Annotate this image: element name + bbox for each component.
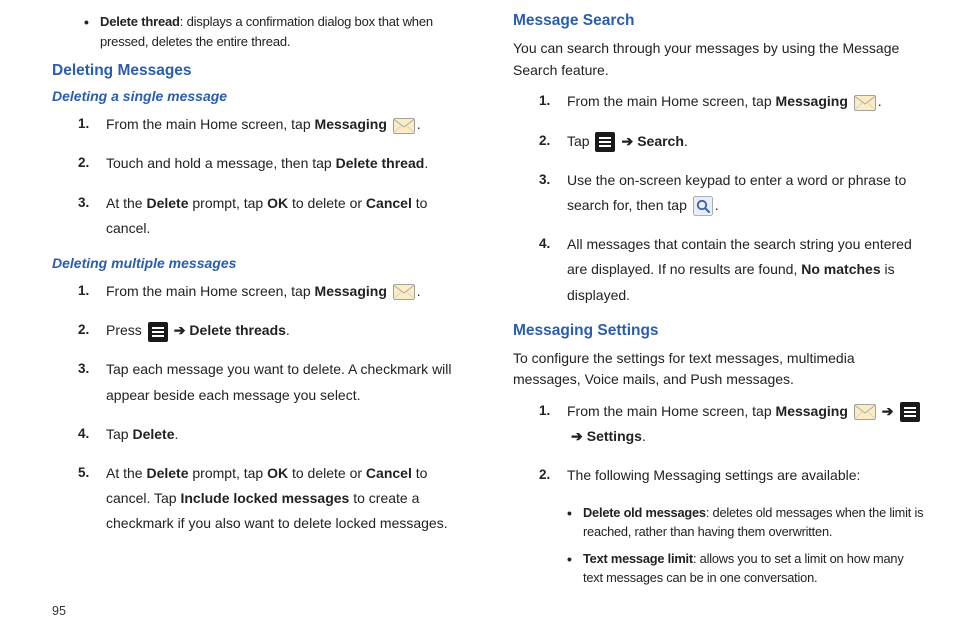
menu-icon <box>900 402 920 422</box>
step-row: 2. Touch and hold a message, then tap De… <box>52 151 465 176</box>
step-number: 3. <box>78 191 106 215</box>
step-row: 1. From the main Home screen, tap Messag… <box>513 399 926 449</box>
left-column: • Delete thread: displays a confirmation… <box>52 12 465 595</box>
bullet-dot: • <box>567 549 583 571</box>
step-row: 2. Tap ➔Search. <box>513 129 926 154</box>
bullet-delete-old: • Delete old messages: deletes old messa… <box>567 503 926 541</box>
bullet-dot: • <box>567 503 583 525</box>
heading-messaging-settings: Messaging Settings <box>513 322 926 340</box>
step-number: 4. <box>539 232 567 256</box>
step-text: Tap ➔Search. <box>567 129 926 154</box>
step-number: 3. <box>78 357 106 381</box>
step-number: 1. <box>539 89 567 113</box>
step-row: 3. Tap each message you want to delete. … <box>52 357 465 407</box>
step-number: 2. <box>539 463 567 487</box>
step-text: From the main Home screen, tap Messaging… <box>567 399 926 449</box>
step-text: Press ➔Delete threads. <box>106 318 465 343</box>
heading-deleting-messages: Deleting Messages <box>52 62 465 80</box>
step-text: The following Messaging settings are ava… <box>567 463 926 488</box>
step-text: From the main Home screen, tap Messaging… <box>106 112 465 137</box>
step-number: 3. <box>539 168 567 192</box>
step-row: 3. Use the on-screen keypad to enter a w… <box>513 168 926 218</box>
bullet-dot: • <box>84 12 100 34</box>
bullet-delete-thread: • Delete thread: displays a confirmation… <box>52 12 465 52</box>
step-row: 2. Press ➔Delete threads. <box>52 318 465 343</box>
step-row: 3. At the Delete prompt, tap OK to delet… <box>52 191 465 241</box>
right-column: Message Search You can search through yo… <box>513 12 926 595</box>
step-row: 1. From the main Home screen, tap Messag… <box>52 279 465 304</box>
step-number: 1. <box>539 399 567 423</box>
messaging-icon <box>393 284 415 300</box>
arrow-icon: ➔ <box>571 428 583 444</box>
bullet-text-limit: • Text message limit: allows you to set … <box>567 549 926 587</box>
paragraph: To configure the settings for text messa… <box>513 348 926 391</box>
step-text: Tap each message you want to delete. A c… <box>106 357 465 407</box>
messaging-icon <box>854 404 876 420</box>
step-text: From the main Home screen, tap Messaging… <box>106 279 465 304</box>
step-row: 1. From the main Home screen, tap Messag… <box>513 89 926 114</box>
step-row: 4. All messages that contain the search … <box>513 232 926 308</box>
step-number: 2. <box>539 129 567 153</box>
arrow-icon: ➔ <box>621 133 633 149</box>
step-number: 2. <box>78 318 106 342</box>
arrow-icon: ➔ <box>174 322 186 338</box>
heading-message-search: Message Search <box>513 12 926 30</box>
step-number: 5. <box>78 461 106 485</box>
subhead-deleting-multiple: Deleting multiple messages <box>52 255 465 271</box>
step-text: Use the on-screen keypad to enter a word… <box>567 168 926 218</box>
step-row: 1. From the main Home screen, tap Messag… <box>52 112 465 137</box>
search-icon <box>693 196 713 216</box>
step-number: 1. <box>78 112 106 136</box>
step-text: At the Delete prompt, tap OK to delete o… <box>106 191 465 241</box>
menu-icon <box>595 132 615 152</box>
page-number: 95 <box>52 604 66 618</box>
subhead-deleting-single: Deleting a single message <box>52 88 465 104</box>
messaging-icon <box>854 95 876 111</box>
bullet-text: Delete old messages: deletes old message… <box>583 503 926 541</box>
step-text: Tap Delete. <box>106 422 465 447</box>
step-row: 4. Tap Delete. <box>52 422 465 447</box>
step-row: 2. The following Messaging settings are … <box>513 463 926 488</box>
step-text: Touch and hold a message, then tap Delet… <box>106 151 465 176</box>
bullet-text: Text message limit: allows you to set a … <box>583 549 926 587</box>
paragraph: You can search through your messages by … <box>513 38 926 81</box>
step-number: 1. <box>78 279 106 303</box>
step-text: All messages that contain the search str… <box>567 232 926 308</box>
step-number: 4. <box>78 422 106 446</box>
arrow-icon: ➔ <box>882 403 894 419</box>
step-text: At the Delete prompt, tap OK to delete o… <box>106 461 465 537</box>
menu-icon <box>148 322 168 342</box>
step-text: From the main Home screen, tap Messaging… <box>567 89 926 114</box>
messaging-icon <box>393 118 415 134</box>
bullet-text: Delete thread: displays a confirmation d… <box>100 12 465 52</box>
step-row: 5. At the Delete prompt, tap OK to delet… <box>52 461 465 537</box>
step-number: 2. <box>78 151 106 175</box>
